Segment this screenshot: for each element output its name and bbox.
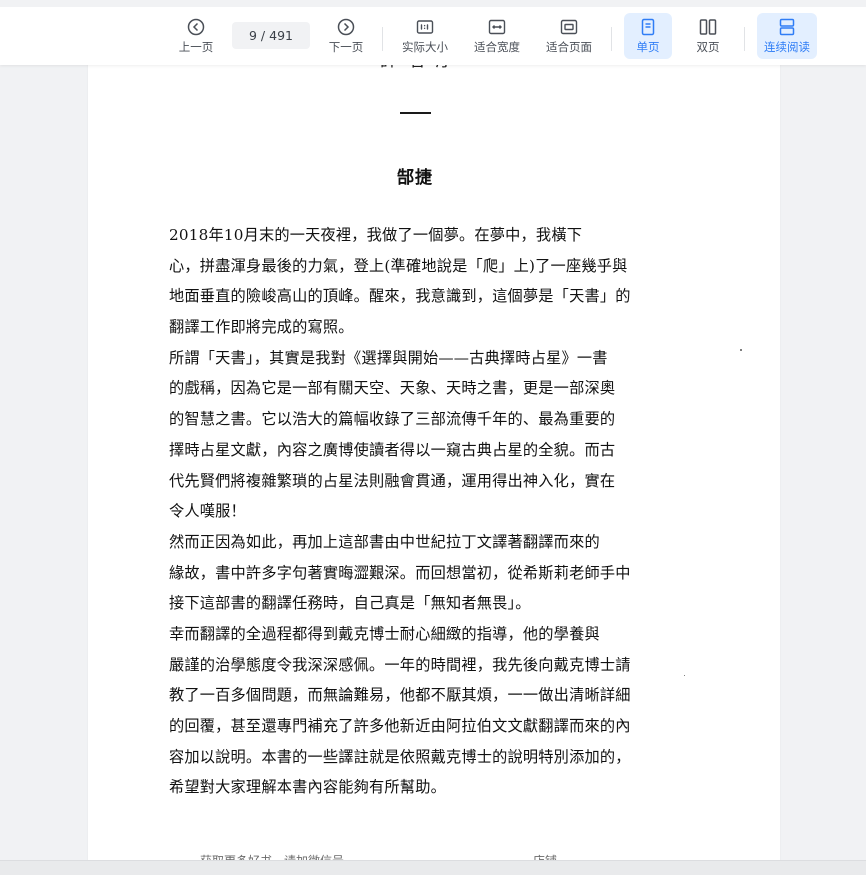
text-line: 緣故，書中許多字句著實晦澀艱深。而回想當初，從希斯莉老師手中	[169, 563, 631, 582]
text-line: 的回覆，甚至還專門補充了許多他新近由阿拉伯文文獻翻譯而來的內	[169, 717, 631, 735]
text-line: 代先賢們將複雜繁瑣的占星法則融會貫通，運用得出神入化，實在	[169, 471, 616, 490]
text-line: 接下這部書的翻譯任務時，自己真是「無知者無畏」。	[169, 594, 531, 613]
text-line: 嚴謹的治學態度令我深深感佩。一年的時間裡，我先後向戴克博士請	[169, 655, 631, 674]
text-line: 心，拼盡渾身最後的力氣，登上(準確地說是「爬」上)了一座幾乎與	[169, 256, 628, 275]
double-page-button[interactable]: 双页	[684, 13, 732, 59]
single-page-button[interactable]: 单页	[624, 13, 672, 59]
fit-width-icon	[488, 19, 506, 35]
fit-page-button[interactable]: 适合页面	[542, 13, 596, 59]
page-number-field[interactable]: 9 / 491	[232, 22, 310, 49]
scan-speck	[740, 349, 742, 351]
actual-size-icon	[416, 20, 434, 34]
prev-page-button[interactable]: 上一页	[176, 13, 216, 59]
author-name: 郜捷	[397, 168, 433, 188]
chevron-right-circle-icon	[337, 18, 355, 36]
text-line: 令人嘆服！	[169, 502, 246, 521]
continuous-reading-label: 连续阅读	[764, 40, 810, 54]
text-line: 所謂「天書」，其實是我對《選擇與開始——古典擇時占星》一書	[169, 348, 608, 367]
bottom-scroll-area[interactable]	[0, 860, 866, 875]
fit-width-button[interactable]: 适合宽度	[470, 13, 524, 59]
next-page-label: 下一页	[328, 40, 364, 54]
text-line: 的戲稱，因為它是一部有關天空、天象、天時之書，更是一部深奧	[169, 379, 616, 398]
toolbar-divider	[611, 27, 612, 51]
next-page-button[interactable]: 下一页	[326, 13, 366, 59]
text-line: 容加以說明。本書的一些譯註就是依照戴克博士的說明特別添加的，	[169, 747, 631, 766]
single-page-label: 单页	[636, 40, 660, 54]
double-page-icon	[699, 19, 717, 35]
text-line: 希望對大家理解本書內容能夠有所幫助。	[169, 778, 446, 797]
text-line: 然而正因為如此，再加上這部書由中世紀拉丁文譯著翻譯而來的	[169, 532, 600, 551]
single-page-icon	[641, 18, 655, 36]
text-line: 的智慧之書。它以浩大的篇幅收錄了三部流傳千年的、最為重要的	[169, 410, 616, 429]
page-separator: /	[256, 28, 270, 43]
continuous-reading-button[interactable]: 连续阅读	[757, 13, 817, 59]
section-number-dash	[400, 112, 431, 114]
text-line: 地面垂直的險峻高山的頂峰。醒來，我意識到，這個夢是「天書」的	[169, 287, 631, 306]
preface-body: 2018年10月末的一天夜裡，我做了一個夢。在夢中，我橫下 心，拼盡渾身最後的力…	[169, 220, 669, 803]
total-pages: 491	[269, 28, 293, 43]
fit-page-icon	[560, 19, 578, 35]
scan-speck	[684, 675, 685, 676]
text-line: 幸而翻譯的全過程都得到戴克博士耐心細緻的指導，他的學養與	[169, 624, 600, 643]
text-line: 教了一百多個問題，而無論難易，他都不厭其煩，一一做出清晰詳細	[169, 686, 631, 705]
current-page-input[interactable]: 9	[249, 28, 257, 43]
prev-page-label: 上一页	[178, 40, 214, 54]
text-line: 擇時占星文獻，內容之廣博使讀者得以一窺古典占星的全貌。而古	[169, 440, 616, 459]
reader-toolbar: 上一页 9 / 491 下一页 实际大小 适合宽度 适合页面 单页 双页 连续阅…	[0, 0, 866, 65]
text-line: 翻譯工作即將完成的寫照。	[169, 318, 354, 337]
double-page-label: 双页	[696, 40, 720, 54]
text-line: 2018年10月末的一天夜裡，我做了一個夢。在夢中，我橫下	[169, 226, 583, 244]
continuous-reading-icon	[779, 18, 795, 36]
fit-width-label: 适合宽度	[474, 40, 520, 54]
toolbar-divider	[744, 27, 745, 51]
toolbar-divider	[382, 27, 383, 51]
fit-page-label: 适合页面	[546, 40, 592, 54]
chevron-left-circle-icon	[187, 18, 205, 36]
actual-size-label: 实际大小	[402, 40, 448, 54]
actual-size-button[interactable]: 实际大小	[398, 13, 452, 59]
